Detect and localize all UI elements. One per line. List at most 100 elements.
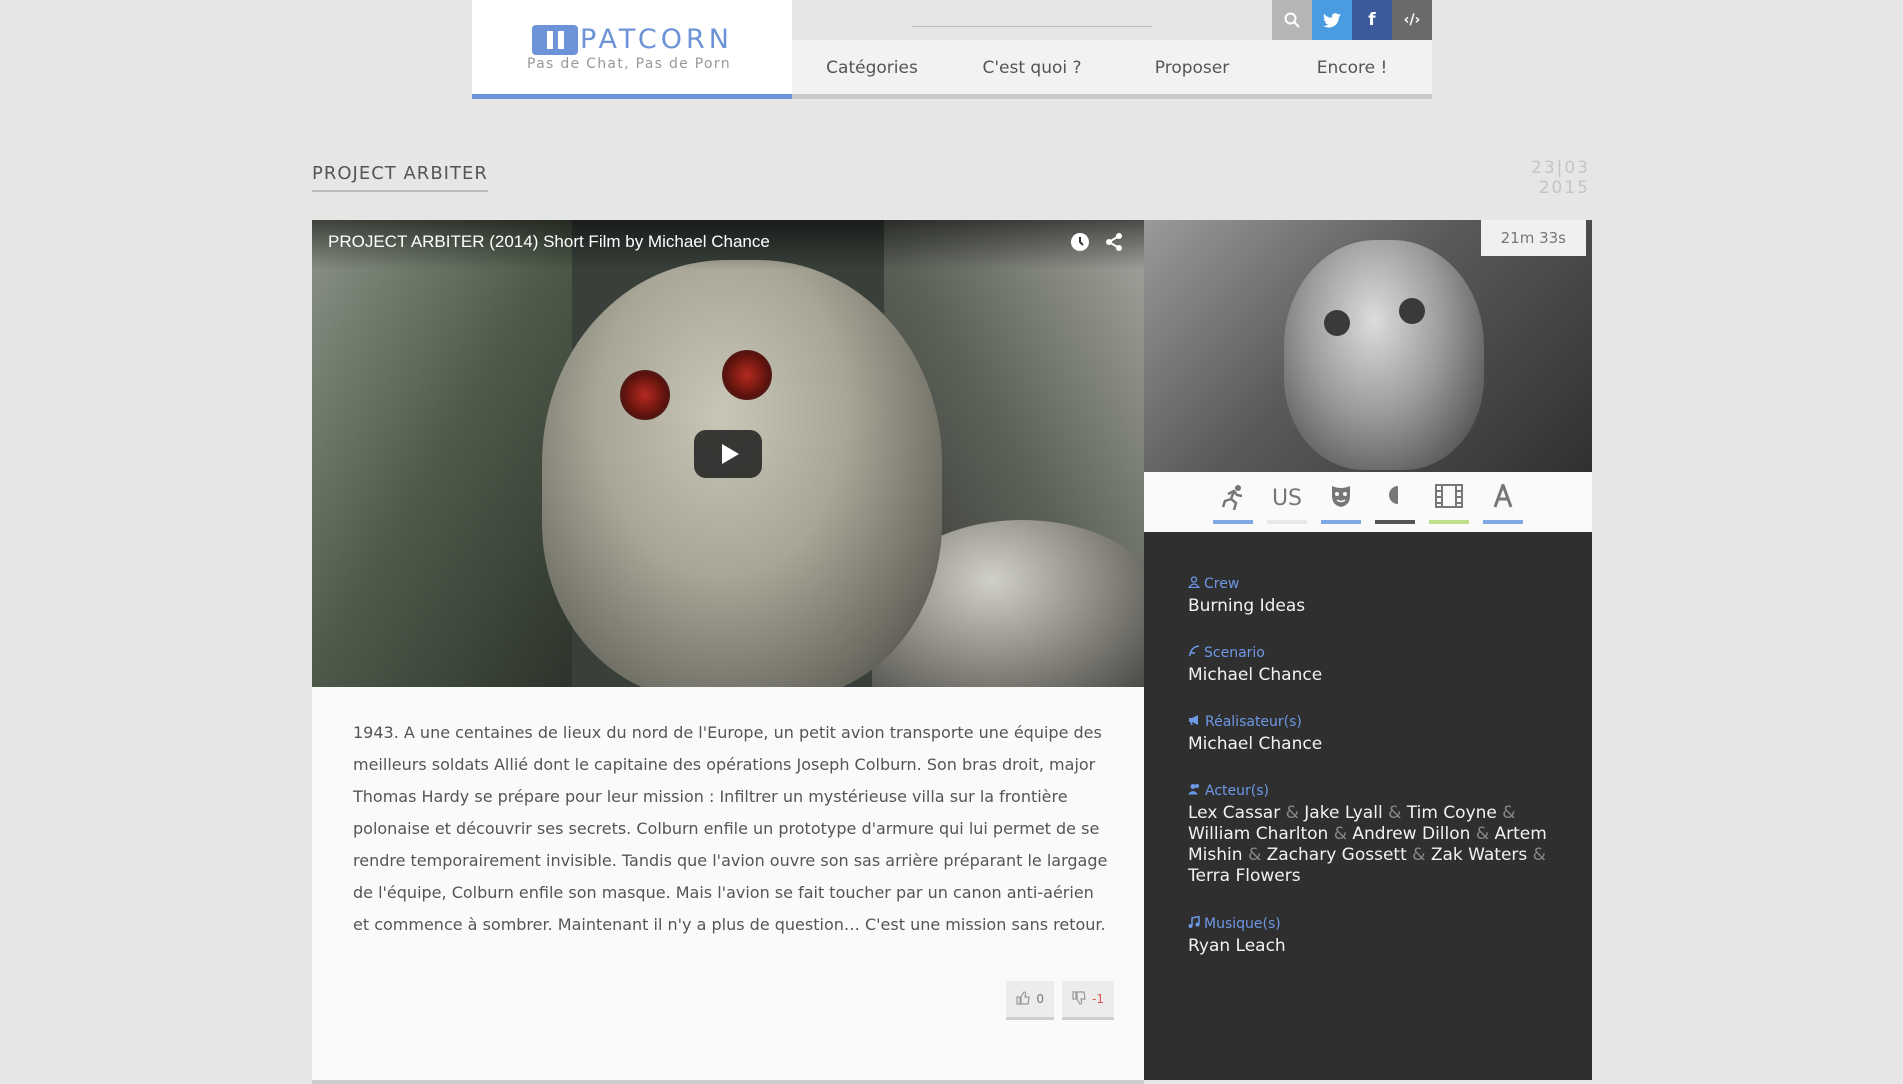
megaphone-icon (1188, 714, 1201, 730)
nav-item-about[interactable]: C'est quoi ? (952, 40, 1112, 94)
credit-music: Musique(s) Ryan Leach (1188, 915, 1558, 957)
twitter-icon[interactable] (1312, 0, 1352, 40)
thumbnail-mask-figure (1284, 240, 1484, 470)
description-panel: 1943. A une centaines de lieux du nord d… (312, 687, 1144, 1084)
date-year: 2015 (1538, 178, 1590, 198)
mask-eye-right (722, 350, 772, 400)
separator: & (1412, 845, 1426, 865)
separator: & (1285, 803, 1299, 823)
separator: & (1333, 824, 1347, 844)
actor-name[interactable]: Terra Flowers (1188, 866, 1301, 886)
runner-icon (1213, 484, 1253, 514)
credit-label: Crew (1187, 576, 1558, 592)
like-button[interactable]: 0 (1006, 981, 1055, 1020)
actor-name[interactable]: Zak Waters (1431, 845, 1527, 865)
country-code: US (1271, 486, 1303, 511)
share-icon[interactable] (1104, 232, 1124, 257)
duration-badge: 21m 33s (1480, 220, 1586, 256)
tag-format[interactable] (1429, 484, 1469, 532)
nav-area: f ‹/› Catégories C'est quoi ? Proposer E… (792, 0, 1432, 100)
nav-item-categories[interactable]: Catégories (792, 40, 952, 94)
crew-value[interactable]: Burning Ideas (1188, 596, 1558, 617)
tag-genre-action[interactable] (1213, 484, 1253, 532)
synopsis-text: 1943. A une centaines de lieux du nord d… (353, 723, 1108, 934)
pause-logo-icon (532, 24, 578, 55)
tag-mask[interactable] (1321, 484, 1361, 532)
logo-text: PATCORN (580, 24, 733, 55)
credits-panel: Crew Burning Ideas Scenario Michael Chan… (1144, 532, 1592, 1080)
actor-name[interactable]: William Charlton (1188, 824, 1328, 844)
video-title[interactable]: PROJECT ARBITER (2014) Short Film by Mic… (328, 232, 770, 252)
video-controls (1070, 232, 1124, 257)
search-icon[interactable] (1272, 0, 1312, 40)
logo-row: PATCORN (532, 24, 733, 55)
actor-name[interactable]: Zachary Gossett (1267, 845, 1407, 865)
user-icon (1187, 576, 1201, 592)
scenario-value[interactable]: Michael Chance (1188, 665, 1558, 686)
credit-label: Musique(s) (1188, 915, 1558, 932)
play-button[interactable] (694, 430, 762, 478)
page-title: PROJECT ARBITER (312, 163, 488, 192)
thumb-eye-right (1399, 298, 1425, 324)
tags-bar: US (1144, 472, 1592, 532)
code-icon[interactable]: ‹/› (1392, 0, 1432, 40)
like-count: 0 (1036, 992, 1045, 1006)
tag-underline (1429, 520, 1469, 524)
tag-underline (1483, 520, 1523, 524)
credit-label: Réalisateur(s) (1188, 714, 1558, 730)
tag-tone[interactable] (1375, 484, 1415, 532)
vote-buttons: 0 -1 (1006, 981, 1114, 1020)
music-note-icon (1188, 915, 1200, 932)
site-header: PATCORN Pas de Chat, Pas de Porn f ‹/› C… (472, 0, 1432, 100)
scenario-label: Scenario (1204, 645, 1265, 661)
separator: & (1388, 803, 1402, 823)
thumbs-up-icon (1016, 990, 1031, 1008)
thumb-eye-left (1324, 310, 1350, 336)
credit-actors: Acteur(s) Lex Cassar & Jake Lyall & Tim … (1188, 783, 1558, 887)
tag-country[interactable]: US (1267, 484, 1307, 532)
separator: & (1532, 845, 1546, 865)
directors-label: Réalisateur(s) (1205, 714, 1302, 730)
actors-value: Lex Cassar & Jake Lyall & Tim Coyne & Wi… (1188, 803, 1558, 887)
directors-value[interactable]: Michael Chance (1188, 734, 1558, 755)
film-icon (1429, 484, 1469, 514)
nav-item-propose[interactable]: Proposer (1112, 40, 1272, 94)
actor-name[interactable]: Tim Coyne (1407, 803, 1497, 823)
social-bar: f ‹/› (1272, 0, 1432, 40)
facebook-icon[interactable]: f (1352, 0, 1392, 40)
credit-label: Scenario (1188, 645, 1558, 661)
tag-underline (1213, 520, 1253, 524)
feather-icon (1188, 645, 1200, 661)
credit-crew: Crew Burning Ideas (1187, 576, 1558, 617)
search-input[interactable] (912, 26, 1152, 27)
tag-underline (1267, 520, 1307, 524)
separator: & (1247, 845, 1262, 865)
nav-item-more[interactable]: Encore ! (1272, 40, 1432, 94)
half-moon-icon (1375, 484, 1415, 514)
video-player[interactable]: PROJECT ARBITER (2014) Short Film by Mic… (312, 220, 1144, 687)
dislike-count: -1 (1092, 992, 1104, 1006)
letter-a-icon (1483, 480, 1523, 514)
separator: & (1502, 803, 1516, 823)
film-thumbnail: 21m 33s (1144, 220, 1592, 472)
actor-name[interactable]: Andrew Dillon (1352, 824, 1470, 844)
credit-directors: Réalisateur(s) Michael Chance (1188, 714, 1558, 755)
actor-name[interactable]: Jake Lyall (1304, 803, 1382, 823)
music-label: Musique(s) (1204, 916, 1281, 932)
tag-language[interactable] (1483, 480, 1523, 532)
dislike-button[interactable]: -1 (1062, 981, 1114, 1020)
video-background (312, 220, 572, 687)
credit-scenario: Scenario Michael Chance (1188, 645, 1558, 686)
actors-label: Acteur(s) (1205, 783, 1269, 799)
watch-later-icon[interactable] (1070, 232, 1090, 257)
site-logo[interactable]: PATCORN Pas de Chat, Pas de Porn (472, 0, 792, 99)
actor-name[interactable]: Lex Cassar (1188, 803, 1280, 823)
users-icon (1188, 783, 1201, 799)
logo-tagline: Pas de Chat, Pas de Porn (527, 56, 731, 72)
crew-label: Crew (1204, 576, 1240, 592)
thumbs-down-icon (1072, 990, 1086, 1008)
mask-icon (1321, 484, 1361, 514)
tag-underline (1375, 520, 1415, 524)
music-value[interactable]: Ryan Leach (1188, 936, 1558, 957)
mask-eye-left (620, 370, 670, 420)
